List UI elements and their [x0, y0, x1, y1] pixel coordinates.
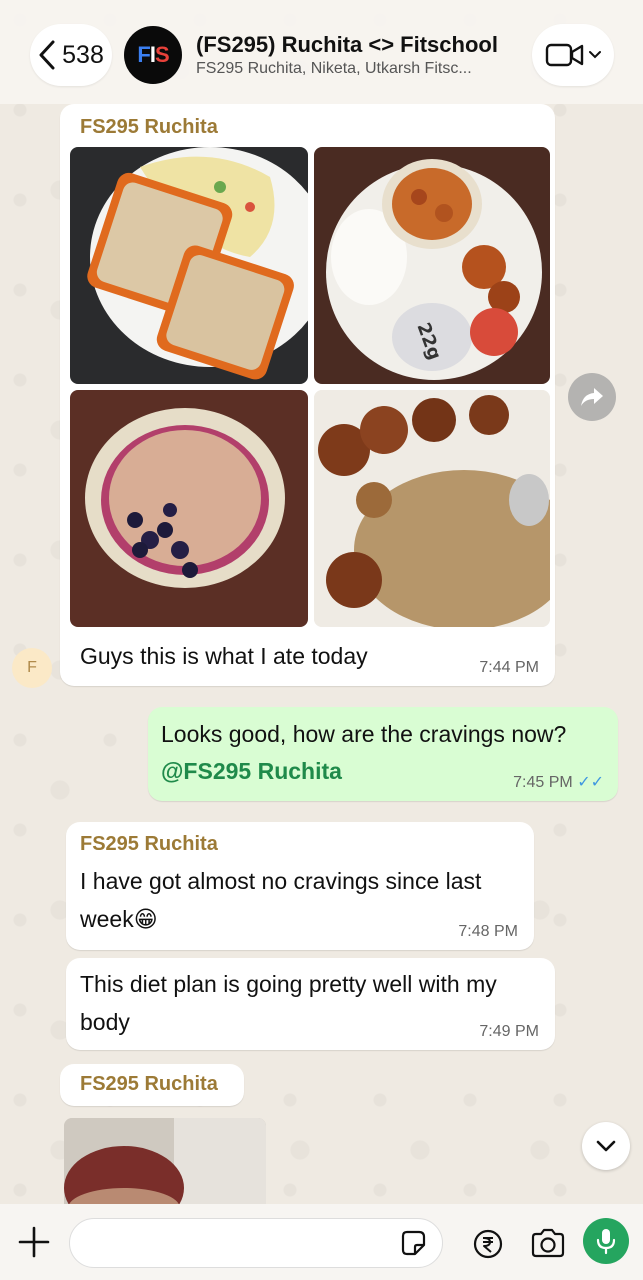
- message-text: I have got almost no cravings since last…: [80, 868, 482, 932]
- chat-participants[interactable]: FS295 Ruchita, Niketa, Utkarsh Fitsc...: [196, 60, 521, 78]
- message-bubble-outgoing[interactable]: Looks good, how are the cravings now? @F…: [148, 707, 618, 801]
- message-time: 7:45 PM ✓✓: [513, 774, 604, 791]
- message-text: This diet plan is going pretty well with…: [80, 971, 497, 1035]
- photo-person-photo[interactable]: [64, 1118, 266, 1206]
- back-button[interactable]: 538: [30, 24, 112, 86]
- message-bubble-incoming[interactable]: FS295 Ruchita: [60, 1064, 244, 1106]
- message-bubble-incoming[interactable]: This diet plan is going pretty well with…: [66, 958, 555, 1050]
- read-receipt-icon: ✓✓: [577, 774, 604, 791]
- photo-chilli-chicken-fried-rice[interactable]: [314, 390, 550, 627]
- composer-bar: [0, 1204, 643, 1280]
- message-time: 7:49 PM: [479, 1023, 539, 1040]
- chat-title[interactable]: (FS295) Ruchita <> Fitschool: [196, 32, 526, 58]
- sender-name: FS295 Ruchita: [80, 116, 218, 138]
- sticker-icon[interactable]: [398, 1228, 428, 1258]
- photo-smoothie-bowl-blueberries[interactable]: [70, 390, 308, 627]
- message-bubble-incoming[interactable]: FS295 Ruchita I have got almost no cravi…: [66, 822, 534, 950]
- video-camera-icon: [545, 43, 584, 67]
- mention-link[interactable]: @FS295 Ruchita: [161, 752, 342, 790]
- message-text: Guys this is what I ate today: [80, 643, 368, 669]
- chevron-down-icon: [596, 1140, 616, 1152]
- group-avatar[interactable]: FIS: [124, 26, 182, 84]
- camera-icon[interactable]: [530, 1228, 566, 1258]
- forward-button[interactable]: [568, 373, 616, 421]
- photo-rice-paneer-protein-cup[interactable]: 22g: [314, 147, 550, 384]
- forward-icon: [581, 388, 603, 406]
- sender-avatar[interactable]: F: [12, 648, 52, 688]
- unread-count: 538: [62, 40, 104, 69]
- video-call-button[interactable]: [532, 24, 614, 86]
- message-time: 7:48 PM: [458, 923, 518, 940]
- photo-bread-omelette[interactable]: [70, 147, 308, 384]
- sender-name: FS295 Ruchita: [80, 1073, 218, 1095]
- voice-message-button[interactable]: [583, 1218, 629, 1264]
- chevron-left-icon: [39, 40, 55, 70]
- sender-name: FS295 Ruchita: [80, 833, 218, 855]
- chevron-down-icon: [589, 51, 601, 59]
- microphone-icon: [596, 1229, 616, 1255]
- scroll-to-bottom-button[interactable]: [582, 1122, 630, 1170]
- message-text: Looks good, how are the cravings now?: [161, 721, 567, 747]
- message-input[interactable]: [69, 1218, 443, 1268]
- plus-icon[interactable]: [16, 1224, 52, 1260]
- rupee-icon[interactable]: [472, 1228, 504, 1260]
- message-time: 7:44 PM: [479, 659, 539, 676]
- chat-header: 538 FIS (FS295) Ruchita <> Fitschool FS2…: [0, 0, 643, 104]
- message-bubble-photos[interactable]: FS295 Ruchita 22g Guys this is what I at…: [60, 104, 555, 686]
